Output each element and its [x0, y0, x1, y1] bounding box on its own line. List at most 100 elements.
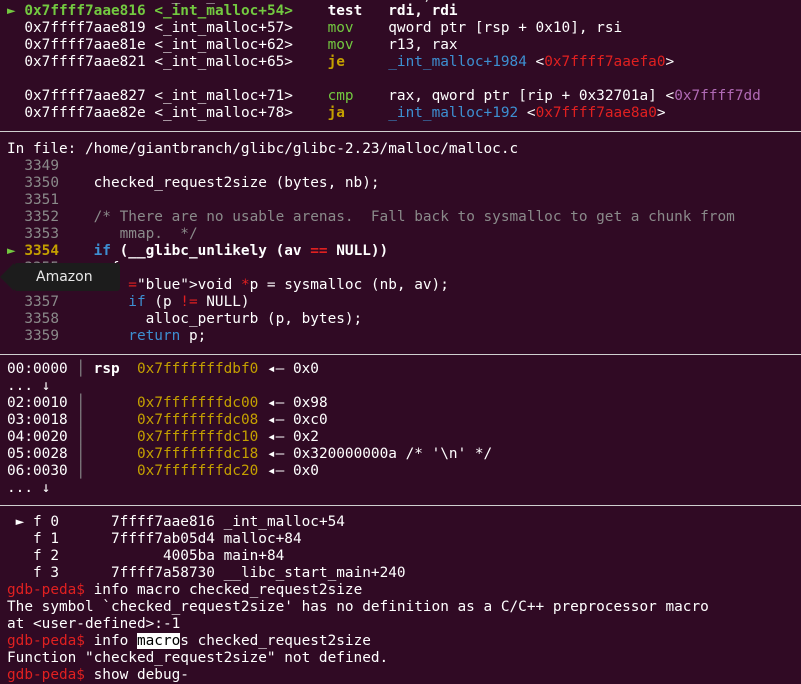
frame-symbol: __libc_start_main+240	[223, 565, 406, 581]
source-file-path: In file: /home/giantbranch/glibc/glibc-2…	[7, 141, 519, 157]
stack-divider: │	[76, 446, 85, 462]
source-line-number: 3359	[24, 328, 59, 344]
disasm-operands: rdi, rdi	[388, 3, 458, 19]
backtrace-frame: f 2 4005ba main+84	[7, 548, 284, 565]
source-line: 3357 if (p != NULL)	[7, 294, 250, 311]
frame-marker	[16, 531, 25, 547]
stack-register: rsp	[93, 361, 120, 377]
source-line: 3350 checked_request2size (bytes, nb);	[7, 175, 379, 192]
source-line: 3351	[7, 192, 94, 209]
backtrace-frame: ► f 0 7ffff7aae816 _int_malloc+54	[7, 514, 345, 531]
backtrace-frame: f 1 7ffff7ab05d4 malloc+84	[7, 531, 302, 548]
stack-index: 04:0020	[7, 429, 68, 445]
separator-stack	[0, 505, 801, 506]
disasm-address: 0x7ffff7aae827	[24, 88, 146, 104]
source-line-number: 3351	[24, 192, 59, 208]
output-text: at <user-defined>:-1	[7, 616, 181, 632]
stack-skip: ... ↓	[7, 378, 50, 395]
command-text[interactable]: info	[85, 633, 137, 649]
disasm-operands: rax, qword ptr [rip + 0x32701a]	[388, 88, 657, 104]
disasm-operands: qword ptr [rsp + 0x10], rsi	[388, 20, 623, 36]
console-output: Function "checked_request2size" not defi…	[7, 650, 388, 667]
disasm-mnemonic: test	[327, 3, 363, 19]
frame-symbol: malloc+84	[223, 531, 302, 547]
disasm-operands: _int_malloc+192	[388, 105, 519, 121]
disasm-address: 0x7ffff7aae816	[24, 3, 146, 19]
source-line: 3349	[7, 158, 94, 175]
stack-value: 0x0	[292, 361, 319, 377]
disasm-symbol: <_int_malloc+71>	[154, 88, 293, 104]
source-code: if (p != NULL)	[128, 294, 250, 310]
frame-symbol: main+84	[223, 548, 285, 564]
source-line-number: 3354	[24, 243, 59, 259]
stack-divider: │	[76, 412, 85, 428]
source-gutter	[7, 294, 24, 310]
source-line-number: 3349	[24, 158, 59, 174]
stack-skip: ... ↓	[7, 480, 50, 497]
command-input-text[interactable]: show debug-	[85, 667, 189, 683]
disasm-mnemonic: mov	[327, 20, 354, 36]
stack-row: 04:0020 │ 0x7fffffffdc10 ◂— 0x2	[7, 429, 319, 445]
stack-index: 06:0030	[7, 463, 68, 479]
disasm-arrow	[7, 20, 16, 36]
disasm-address: 0x7ffff7aae82e	[24, 105, 146, 121]
source-gutter	[7, 192, 24, 208]
console-command: gdb-peda$ info macro checked_request2siz…	[7, 582, 362, 599]
backtrace-frame: f 3 7ffff7a58730 __libc_start_main+240	[7, 565, 406, 582]
command-text[interactable]: info macro checked_request2size	[85, 582, 363, 598]
disasm-row: 0x7ffff7aae82e <_int_malloc+78> ja _int_…	[7, 105, 666, 122]
disasm-symbol: <_int_malloc+62>	[154, 37, 293, 53]
stack-address: 0x7fffffffdc10	[137, 429, 259, 445]
source-code: ="blue">void *p = sysmalloc (nb, av);	[128, 277, 449, 293]
stack-value: 0x0	[292, 463, 319, 479]
stack-address: 0x7fffffffdc08	[137, 412, 259, 428]
stack-index: 02:0010	[7, 395, 68, 411]
disasm-row: 0x7ffff7aae821 <_int_malloc+65> je _int_…	[7, 54, 674, 71]
stack-row: 00:0000 │ rsp 0x7fffffffdbf0 ◂— 0x0	[7, 361, 319, 377]
separator-source	[0, 354, 801, 355]
stack-divider: │	[76, 429, 85, 445]
frame-marker	[16, 565, 25, 581]
frame-id: f 1	[33, 531, 60, 547]
disasm-symbol: <_int_malloc+65>	[154, 54, 293, 70]
disasm-symbol: <_int_malloc+78>	[154, 105, 293, 121]
stack-divider: │	[76, 395, 85, 411]
command-text[interactable]: s checked_request2size	[180, 633, 371, 649]
stack-address: 0x7fffffffdc00	[137, 395, 259, 411]
frame-symbol: _int_malloc+54	[223, 514, 345, 530]
console-command: gdb-peda$ info macros checked_request2si…	[7, 633, 371, 650]
disasm-arrow	[7, 105, 16, 121]
disasm-symbol: <_int_malloc+57>	[154, 20, 293, 36]
tooltip-label: Amazon	[36, 269, 93, 285]
source-line-number: 3358	[24, 311, 59, 327]
disasm-row: 0x7ffff7aae827 <_int_malloc+71> cmp rax,…	[7, 88, 760, 105]
frame-address: 7ffff7a58730	[76, 565, 215, 581]
frame-id: f 3	[33, 565, 60, 581]
disasm-mnemonic: je	[327, 54, 345, 70]
disasm-row: ► 0x7ffff7aae816 <_int_malloc+54> test r…	[7, 3, 458, 20]
stack-row: 05:0028 │ 0x7fffffffdc18 ◂— 0x320000000a…	[7, 446, 493, 462]
source-gutter	[7, 311, 24, 327]
disasm-target: <0x7ffff7aaefa0>	[535, 54, 675, 70]
console-output: The symbol `checked_request2size' has no…	[7, 599, 709, 616]
amazon-tooltip[interactable]: Amazon	[0, 263, 120, 291]
source-line: 3359 return p;	[7, 328, 206, 345]
disasm-target: <0x7ffff7aae8a0>	[526, 105, 666, 121]
frame-marker: ►	[15, 514, 25, 530]
disasm-arrow: ►	[7, 3, 16, 19]
disasm-operands: _int_malloc+1984	[388, 54, 527, 70]
disasm-row: 0x7ffff7aae819 <_int_malloc+57> mov qwor…	[7, 20, 622, 37]
disasm-address: 0x7ffff7aae81e	[24, 37, 146, 53]
frame-address: 7ffff7aae816	[76, 514, 215, 530]
source-line-number: 3352	[24, 209, 59, 225]
current-line-arrow-icon: ►	[7, 243, 25, 259]
selected-text[interactable]: macro	[136, 633, 181, 649]
stack-row: 02:0010 │ 0x7fffffffdc00 ◂— 0x98	[7, 395, 328, 411]
stack-value: 0x98	[292, 395, 328, 411]
prompt: gdb-peda$	[7, 633, 85, 649]
source-line: 3358 alloc_perturb (p, bytes);	[7, 311, 362, 328]
source-line-number: 3350	[24, 175, 59, 191]
stack-index: 05:0028	[7, 446, 68, 462]
console-command-input: gdb-peda$ show debug-	[7, 667, 189, 684]
output-text: Function "checked_request2size" not defi…	[7, 650, 389, 666]
